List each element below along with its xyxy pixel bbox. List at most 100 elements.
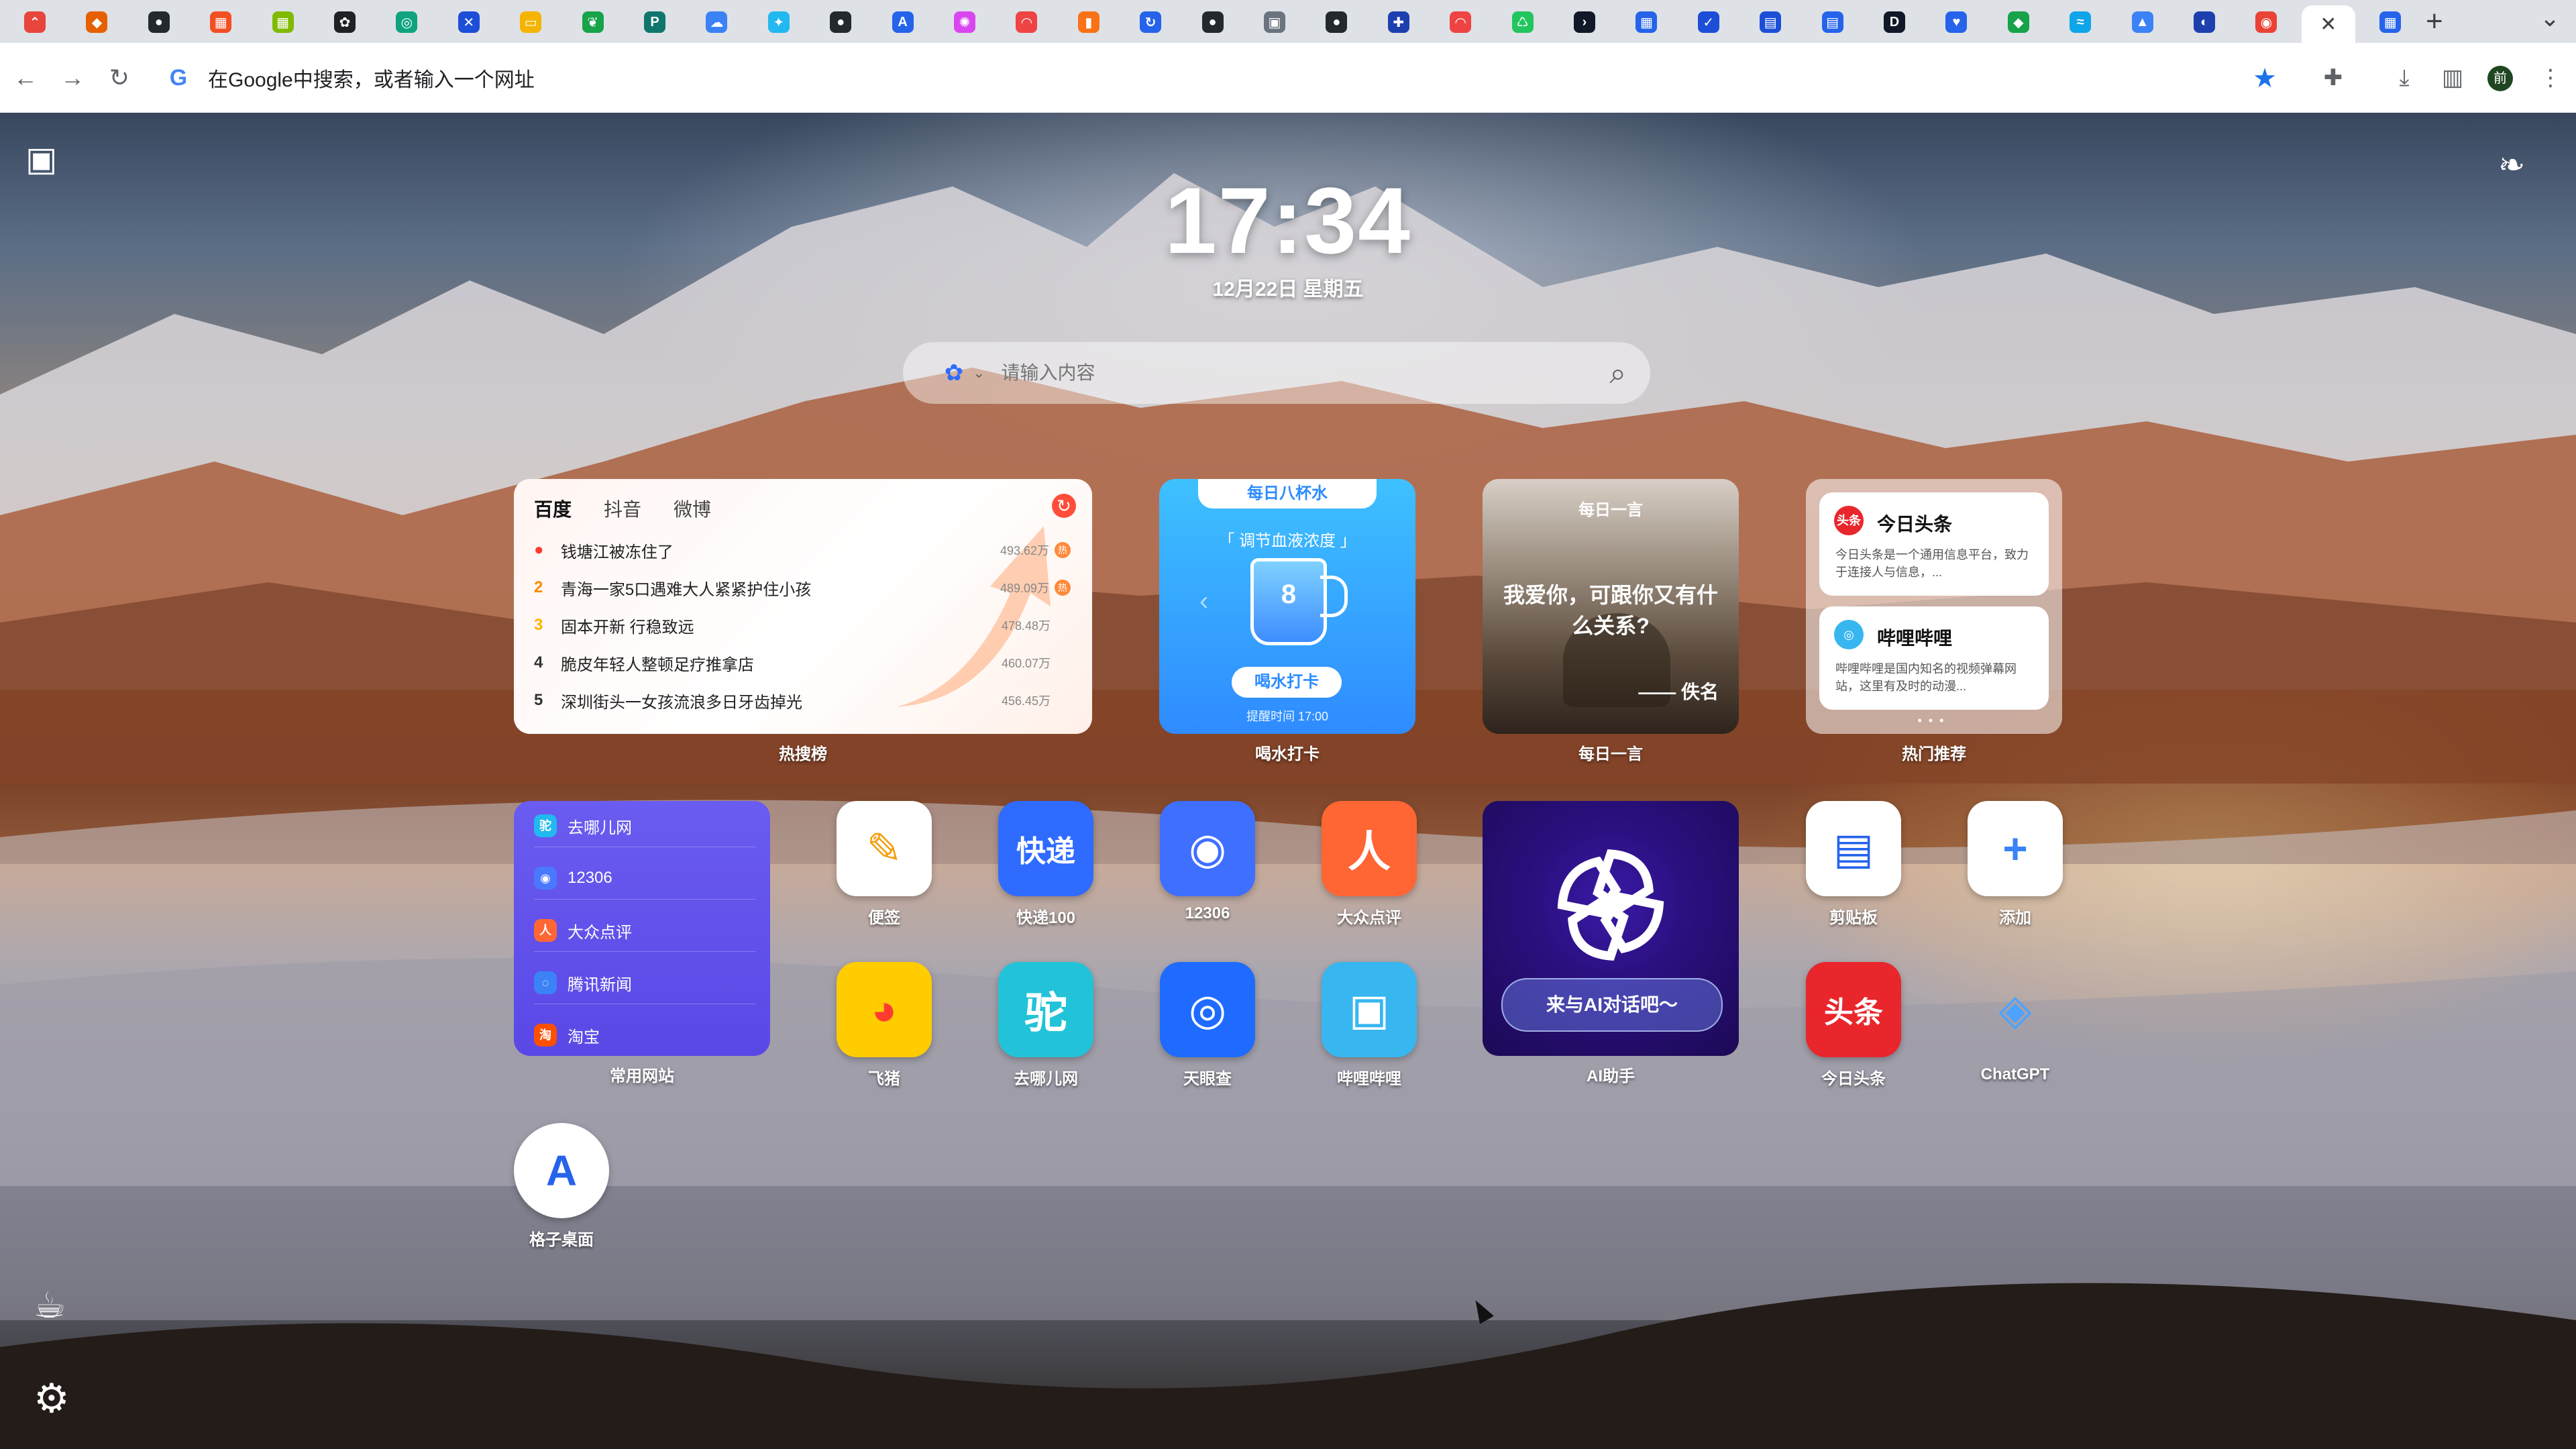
profile-avatar[interactable]: 前 [2487,66,2513,91]
ai-assistant-widget[interactable]: 来与AI对话吧～ [1483,801,1739,1056]
browser-tab[interactable]: ✿ [318,5,372,39]
browser-tab[interactable]: ✕ [2301,5,2355,43]
site-item[interactable]: ◌ 腾讯新闻 [534,962,755,1004]
app-icon[interactable]: 快递 [998,801,1093,896]
browser-tab[interactable]: ◠ [1000,5,1053,39]
browser-tab[interactable]: ✺ [938,5,991,39]
browser-tab[interactable]: ♺ [1496,5,1550,39]
chevron-left-icon[interactable]: ‹ [1199,586,1208,616]
browser-tab[interactable]: ✚ [1372,5,1426,39]
coffee-icon[interactable]: ☕ [34,1284,66,1326]
hot-search-widget[interactable]: 百度 抖音 微博 ↻ ● 钱塘江被冻住了 493.62万 热 2 青海一家5口遇… [514,479,1092,734]
app-icon[interactable]: ◕ [837,962,932,1057]
tab-search-chevron-icon[interactable]: ⌄ [2540,4,2560,32]
browser-tab[interactable]: ♥ [1929,5,1983,39]
browser-tab[interactable]: ▤ [1743,5,1797,39]
browser-tab[interactable]: ● [132,5,186,39]
app-icon[interactable]: 头条 [1806,962,1901,1057]
bookmark-star-icon[interactable]: ★ [2253,63,2277,94]
browser-tab[interactable]: ▮ [1062,5,1116,39]
address-bar-text[interactable]: 在Google中搜索，或者输入一个网址 [208,63,535,93]
browser-tab[interactable]: ☁ [690,5,743,39]
app-icon[interactable]: ◉ [1160,801,1255,896]
browser-tab[interactable]: ▤ [1806,5,1860,39]
list-item[interactable]: 5 深圳街头一女孩流浪多日牙齿掉光 456.45万 [534,684,1071,716]
back-button[interactable]: ← [9,62,42,94]
browser-tab[interactable]: ◆ [1992,5,2045,39]
leaf-theme-icon[interactable]: ❧ [2498,146,2525,184]
reload-button[interactable]: ↻ [103,62,136,94]
browser-tab[interactable]: ● [814,5,867,39]
list-item[interactable]: 4 脆皮年轻人整顿足疗推拿店 460.07万 [534,647,1071,679]
tab-weibo[interactable]: 微博 [674,495,711,522]
browser-tab[interactable]: ● [1186,5,1240,39]
browser-tab[interactable]: › [1558,5,1611,39]
app-icon[interactable]: ◈ [1968,962,2063,1057]
browser-tab[interactable]: D [1868,5,1921,39]
water-widget[interactable]: 每日八杯水 「 调节血液浓度 」 ‹ 8 喝水打卡 提醒时间 17:00 [1159,479,1415,734]
browser-tab[interactable]: ◆ [70,5,123,39]
list-item[interactable]: ● 钱塘江被冻住了 493.62万 热 [534,534,1071,566]
new-tab-button[interactable]: + [2426,7,2443,36]
list-item[interactable]: 3 固本开新 行稳致远 478.48万 [534,609,1071,641]
daily-quote-widget[interactable]: 每日一言 我爱你，可跟你又有什么关系? —— 佚名 [1483,479,1739,734]
app-icon[interactable]: ◎ [1160,962,1255,1057]
address-bar[interactable]: G 在Google中搜索，或者输入一个网址 ★ [158,52,2292,103]
browser-tab[interactable]: ◉ [2239,5,2293,39]
browser-tab[interactable]: ▣ [1248,5,1301,39]
browser-tab[interactable]: ▲ [2116,5,2169,39]
site-item[interactable]: ◉ 12306 [534,857,755,900]
site-item[interactable]: 淘淘宝 [534,1014,755,1056]
extensions-icon[interactable]: ✚ [2317,62,2349,94]
chevron-down-icon[interactable]: ⌄ [973,364,985,382]
app-icon[interactable]: A [514,1123,609,1218]
hot-recommend-widget[interactable]: 头条 今日头条 今日头条是一个通用信息平台，致力于连接人与信息，... ◎ 哔哩… [1806,479,2062,734]
browser-tab[interactable]: ◎ [380,5,433,39]
browser-tab[interactable]: ◠ [1434,5,1487,39]
site-item[interactable]: 人大众点评 [534,910,755,952]
common-sites-widget[interactable]: 驼去哪儿网 ◉ 12306 人大众点评 ◌ 腾讯新闻淘淘宝 [514,801,770,1056]
menu-icon[interactable]: ⋮ [2534,62,2567,94]
browser-tab[interactable]: ⌃ [8,5,62,39]
browser-tab[interactable]: ▦ [194,5,248,39]
browser-tab[interactable]: ❦ [566,5,620,39]
browser-tab[interactable]: A [876,5,930,39]
reco-card[interactable]: 头条 今日头条 今日头条是一个通用信息平台，致力于连接人与信息，... [1819,492,2049,596]
browser-tab[interactable]: ✓ [1682,5,1735,39]
download-icon[interactable]: ⤓ [2388,62,2420,94]
app-icon[interactable]: ✎ [837,801,932,896]
browser-tab[interactable]: P [628,5,682,39]
ai-chat-button[interactable]: 来与AI对话吧～ [1501,978,1723,1032]
browser-tab[interactable]: ↻ [1124,5,1177,39]
list-item[interactable]: 2 青海一家5口遇难大人紧紧护住小孩 489.09万 热 [534,572,1071,604]
browser-tab[interactable]: ≈ [2053,5,2107,39]
water-checkin-button[interactable]: 喝水打卡 [1232,667,1342,698]
app-icon[interactable]: + [1968,801,2063,896]
app-icon[interactable]: ▣ [1322,962,1417,1057]
bookmark-widget-icon[interactable]: ▣ [25,140,57,178]
search-bar[interactable]: ✿ ⌄ ⌕ [903,342,1650,404]
browser-tab[interactable]: ▦ [1619,5,1673,39]
tab-douyin[interactable]: 抖音 [604,495,641,522]
browser-tab[interactable]: ✦ [752,5,806,39]
search-icon[interactable]: ⌕ [1609,357,1626,390]
app-icon[interactable]: ▤ [1806,801,1901,896]
forward-button[interactable]: → [56,62,89,94]
browser-tab[interactable]: ▦ [2363,5,2417,39]
tab-baidu[interactable]: 百度 [534,495,572,522]
refresh-icon[interactable]: ↻ [1052,494,1076,518]
site-item[interactable]: 驼去哪儿网 [534,805,755,847]
app-icon[interactable]: 人 [1322,801,1417,896]
search-input[interactable] [1000,362,1553,384]
browser-tab[interactable]: ▦ [256,5,310,39]
baidu-paw-icon[interactable]: ✿ [941,360,967,386]
side-panel-icon[interactable]: ▥ [2436,62,2469,94]
browser-tab[interactable]: ▭ [504,5,557,39]
reco-card[interactable]: ◎ 哔哩哔哩 哔哩哔哩是国内知名的视频弹幕网站，这里有及时的动漫... [1819,606,2049,710]
app-icon[interactable]: 驼 [998,962,1093,1057]
browser-tab[interactable]: ✕ [442,5,496,39]
carousel-dots[interactable]: ••• [1806,714,2062,728]
browser-tab[interactable]: ◐ [2178,5,2231,39]
browser-tab[interactable]: ● [1309,5,1363,39]
settings-gear-icon[interactable]: ⚙ [34,1375,70,1422]
